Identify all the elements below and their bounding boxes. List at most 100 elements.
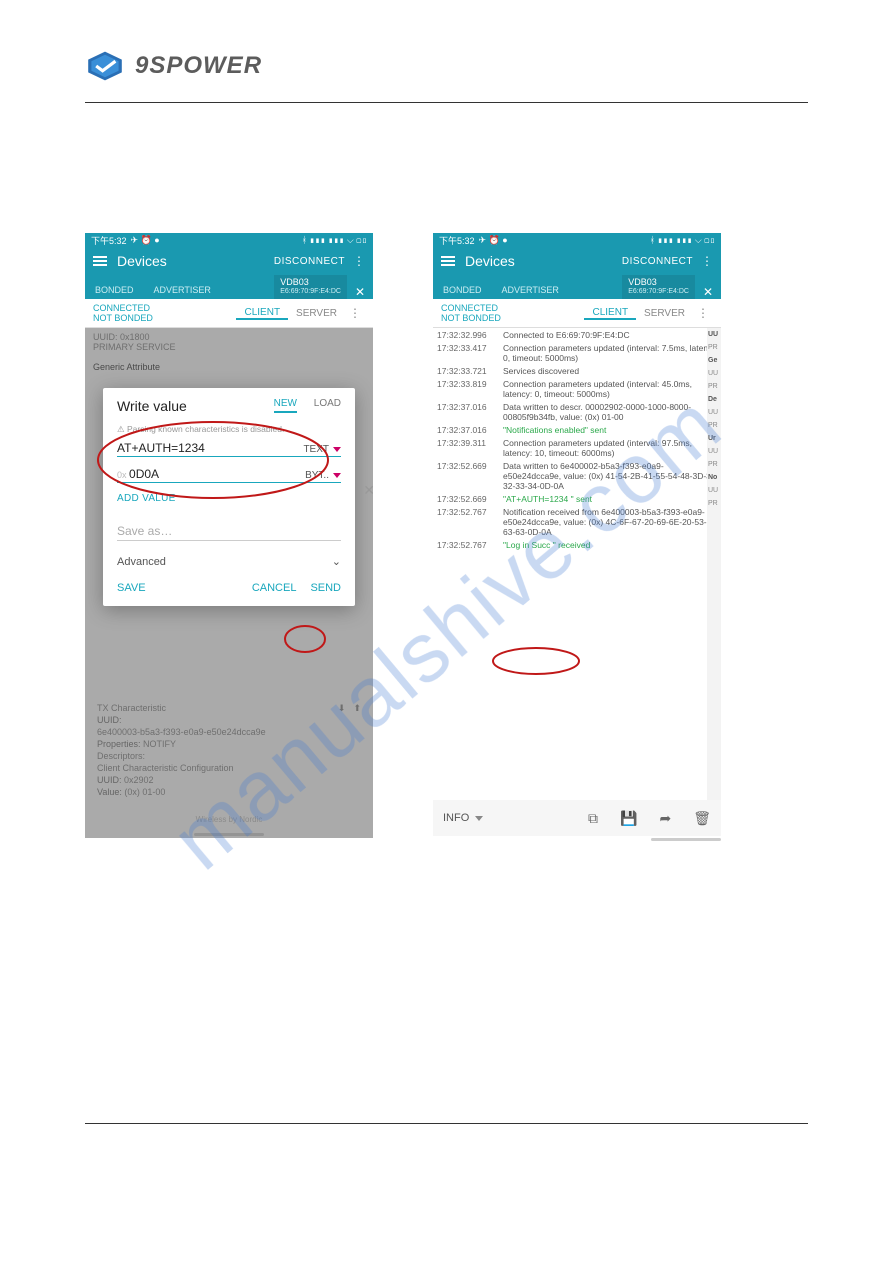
brand-name: 9SPOWER (135, 52, 262, 80)
tab-client[interactable]: CLIENT (236, 307, 288, 320)
log-message: Data written to descr. 00002902-0000-100… (503, 402, 719, 422)
save-button[interactable]: SAVE (117, 582, 146, 594)
tab-bonded[interactable]: BONDED (433, 281, 492, 299)
share-icon[interactable]: ➦ (659, 810, 671, 827)
not-bonded-label: NOT BONDED (441, 313, 501, 323)
value-field-1[interactable]: AT+AUTH=1234 TEXT (117, 441, 341, 457)
tab-device[interactable]: VDB03 E6:69:70:9F:E4:DC (274, 275, 347, 299)
tab-advertiser[interactable]: ADVERTISER (144, 281, 221, 299)
advanced-toggle[interactable]: Advanced ⌄ (117, 555, 341, 568)
app-title: Devices (465, 253, 622, 269)
log-message: "AT+AUTH=1234 " sent (503, 494, 719, 504)
log-message: "Notifications enabled" sent (503, 425, 719, 435)
app-title: Devices (117, 253, 274, 269)
connected-label: CONNECTED (441, 303, 501, 313)
parsing-warning: ⚠ Parsing known characteristics is disab… (117, 424, 341, 435)
status-right-icons: ᚼ ▮▮▮ ▮▮▮ ⌵ ▢▯ (302, 235, 367, 246)
tab-server[interactable]: SERVER (288, 308, 345, 319)
save-as-input[interactable]: Save as… (117, 524, 341, 541)
tab-server[interactable]: SERVER (636, 308, 693, 319)
connected-label: CONNECTED (93, 303, 153, 313)
value-input-2[interactable]: 0D0A (117, 467, 299, 481)
overflow-menu-icon[interactable]: ⋮ (345, 306, 365, 320)
status-time: 下午5:32 (91, 234, 127, 247)
document-page: 9SPOWER 下午5:32 ✈ ⏰ ● ᚼ ▮▮▮ ▮▮▮ ⌵ ▢▯ Devic… (0, 0, 893, 1224)
device-name: VDB03 (280, 277, 309, 287)
tab-bonded[interactable]: BONDED (85, 281, 144, 299)
disconnect-button[interactable]: DISCONNECT (622, 256, 693, 267)
screenshot-left: 下午5:32 ✈ ⏰ ● ᚼ ▮▮▮ ▮▮▮ ⌵ ▢▯ Devices DISCO… (85, 233, 373, 843)
device-name: VDB03 (628, 277, 657, 287)
value-field-2[interactable]: 0D0A BYT.. (117, 467, 341, 483)
close-tab-icon[interactable]: ✕ (347, 285, 373, 299)
disconnect-button[interactable]: DISCONNECT (274, 256, 345, 267)
dialog-tab-new[interactable]: NEW (274, 398, 297, 413)
log-message: Notification received from 6e400003-b5a3… (503, 507, 719, 537)
status-left-icons: ✈ ⏰ ● (479, 235, 508, 246)
log-message: Connected to E6:69:70:9F:E4:DC (503, 330, 719, 340)
app-header: Devices DISCONNECT ⋮ BONDED ADVERTISER V… (433, 247, 721, 299)
close-tab-icon[interactable]: ✕ (695, 285, 721, 299)
send-button[interactable]: SEND (310, 582, 341, 594)
status-left-icons: ✈ ⏰ ● (131, 235, 160, 246)
android-status-bar: 下午5:32 ✈ ⏰ ● ᚼ ▮▮▮ ▮▮▮ ⌵ ▢▯ (85, 233, 373, 247)
footer-rule (85, 1123, 808, 1124)
level-dropdown[interactable]: INFO (443, 812, 483, 824)
overflow-menu-icon[interactable]: ⋮ (701, 254, 713, 268)
hamburger-icon[interactable] (93, 254, 107, 268)
bottom-toolbar: INFO ⧉ 💾 ➦ 🗑 (433, 800, 721, 836)
cancel-button[interactable]: CANCEL (252, 582, 297, 594)
not-bonded-label: NOT BONDED (93, 313, 153, 323)
hamburger-icon[interactable] (441, 254, 455, 268)
copy-icon[interactable]: ⧉ (588, 810, 598, 827)
brand-logo-icon (85, 50, 125, 82)
annotation-oval-login-succ (491, 646, 581, 676)
dimmed-background: UUID: 0x1800 PRIMARY SERVICE Generic Att… (85, 328, 373, 838)
delete-icon[interactable]: 🗑 (693, 810, 711, 827)
add-value-button[interactable]: ADD VALUE (117, 493, 341, 504)
device-mac: E6:69:70:9F:E4:DC (628, 287, 689, 297)
connection-status-row: CONNECTED NOT BONDED CLIENT SERVER ⋮ (85, 299, 373, 328)
brand-header: 9SPOWER (85, 50, 808, 82)
home-indicator (651, 838, 721, 841)
log-timestamp: 17:32:33.721 (437, 366, 497, 376)
android-status-bar: 下午5:32 ✈ ⏰ ● ᚼ ▮▮▮ ▮▮▮ ⌵ ▢▯ (433, 233, 721, 247)
log-timestamp: 17:32:52.669 (437, 461, 497, 491)
dialog-tab-load[interactable]: LOAD (314, 398, 341, 409)
screenshots-row: 下午5:32 ✈ ⏰ ● ᚼ ▮▮▮ ▮▮▮ ⌵ ▢▯ Devices DISCO… (85, 233, 808, 843)
right-services-strip: UUPRGeUUPRDeUUPRUrUUPRNoUUPR (707, 328, 721, 800)
log-message: Connection parameters updated (interval:… (503, 438, 719, 458)
log-message: Services discovered (503, 366, 719, 376)
log-panel: 17:32:32.996 Connected to E6:69:70:9F:E4:… (433, 328, 721, 800)
log-rows[interactable]: 17:32:32.996 Connected to E6:69:70:9F:E4:… (433, 328, 721, 555)
save-icon[interactable]: 💾 (620, 810, 637, 827)
log-message: Data written to 6e400002-b5a3-f393-e0a9-… (503, 461, 719, 491)
connection-status-row: CONNECTED NOT BONDED CLIENT SERVER ⋮ (433, 299, 721, 328)
log-timestamp: 17:32:39.311 (437, 438, 497, 458)
log-message: Connection parameters updated (interval:… (503, 343, 719, 363)
remove-field-icon[interactable]: ✕ (363, 482, 373, 499)
log-message: Connection parameters updated (interval:… (503, 379, 719, 399)
status-right-icons: ᚼ ▮▮▮ ▮▮▮ ⌵ ▢▯ (650, 235, 715, 246)
chevron-down-icon: ⌄ (332, 555, 341, 568)
overflow-menu-icon[interactable]: ⋮ (353, 254, 365, 268)
tab-client[interactable]: CLIENT (584, 307, 636, 320)
log-timestamp: 17:32:52.767 (437, 507, 497, 537)
type-select-2[interactable]: BYT.. (305, 470, 341, 481)
log-timestamp: 17:32:32.996 (437, 330, 497, 340)
tab-advertiser[interactable]: ADVERTISER (492, 281, 569, 299)
log-timestamp: 17:32:52.767 (437, 540, 497, 550)
header-rule (85, 102, 808, 103)
status-time: 下午5:32 (439, 234, 475, 247)
device-mac: E6:69:70:9F:E4:DC (280, 287, 341, 297)
log-timestamp: 17:32:37.016 (437, 402, 497, 422)
tab-device[interactable]: VDB03 E6:69:70:9F:E4:DC (622, 275, 695, 299)
advanced-label: Advanced (117, 556, 166, 568)
value-input-1[interactable]: AT+AUTH=1234 (117, 441, 297, 455)
type-select-1[interactable]: TEXT (303, 444, 341, 455)
overflow-menu-icon[interactable]: ⋮ (693, 306, 713, 320)
log-message: "Log in Succ " received (503, 540, 719, 550)
log-timestamp: 17:32:33.417 (437, 343, 497, 363)
log-timestamp: 17:32:33.819 (437, 379, 497, 399)
write-value-dialog: Write value NEW LOAD ⚠ Parsing known cha… (103, 388, 355, 606)
